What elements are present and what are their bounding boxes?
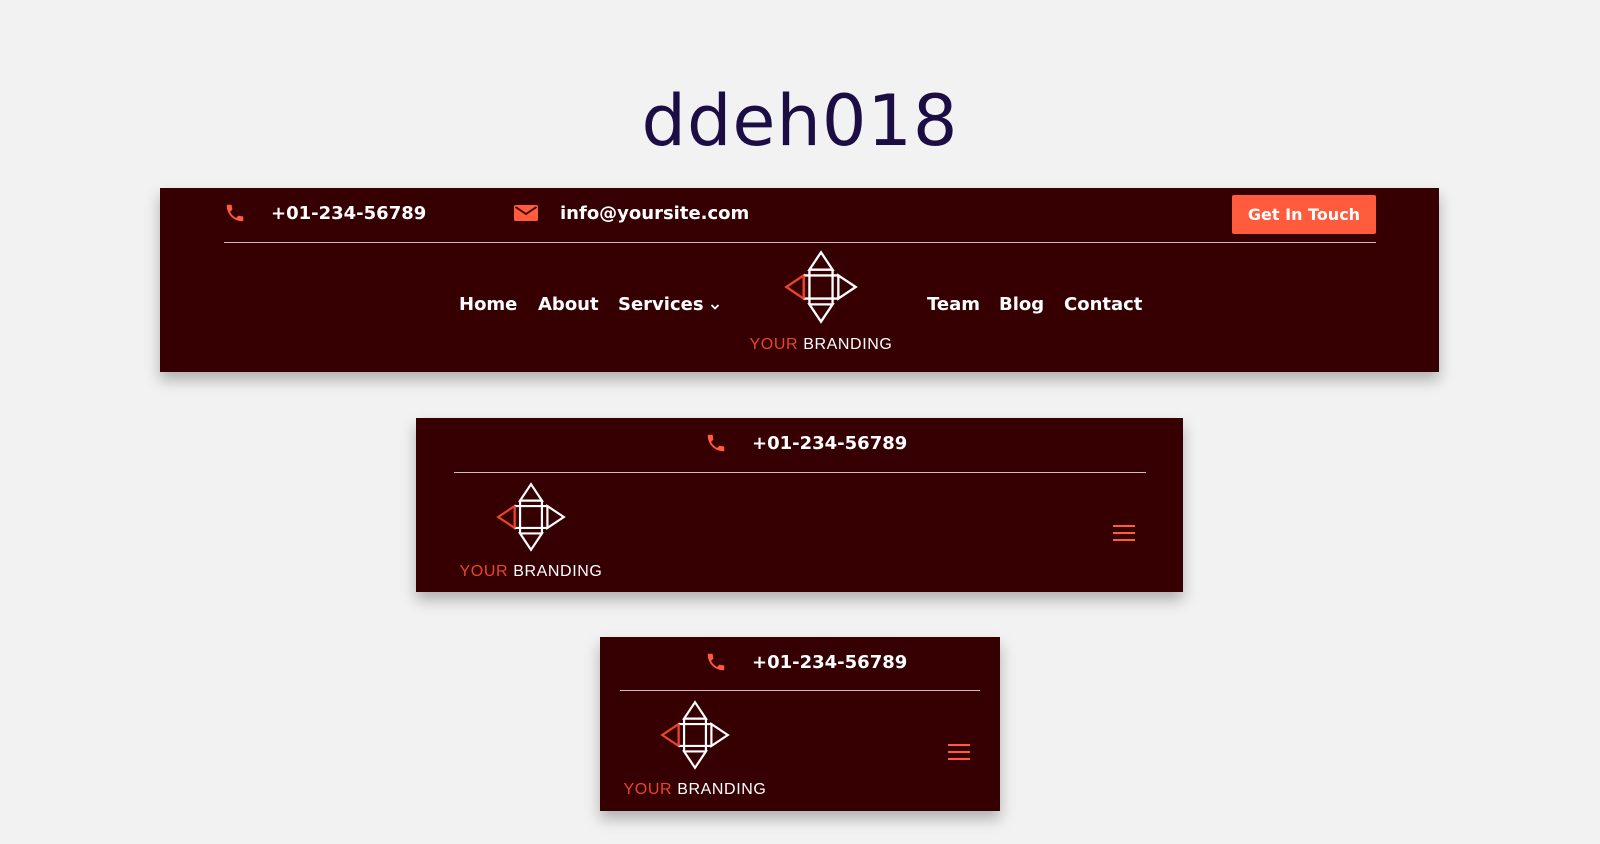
page-title: ddeh018: [641, 80, 959, 162]
brand-accent-word: YOUR: [459, 563, 509, 580]
nav-item-services[interactable]: Services: [618, 294, 720, 316]
brand-accent-word: YOUR: [623, 781, 673, 798]
brand-wordmark: YOUR BRANDING: [746, 336, 896, 354]
phone-icon: [224, 202, 246, 224]
brand-rest-word: BRANDING: [803, 336, 893, 353]
nav-item-contact[interactable]: Contact: [1064, 294, 1142, 315]
get-in-touch-button[interactable]: Get In Touch: [1232, 195, 1376, 234]
email-contact[interactable]: info@yoursite.com: [514, 198, 749, 228]
chevron-down-icon: [710, 295, 720, 316]
diamond-arrows-logo-icon: [784, 250, 858, 324]
nav-item-about[interactable]: About: [538, 294, 599, 315]
desktop-header: +01-234-56789 info@yoursite.com Get In T…: [160, 188, 1439, 372]
nav-item-blog[interactable]: Blog: [999, 294, 1044, 315]
phone-contact[interactable]: +01-234-56789: [705, 428, 907, 458]
phone-number: +01-234-56789: [752, 651, 908, 673]
hamburger-menu-icon[interactable]: [1113, 525, 1135, 546]
diamond-arrows-logo-icon: [496, 482, 566, 552]
phone-icon: [705, 651, 727, 673]
nav-item-services-label: Services: [618, 294, 704, 315]
phone-contact[interactable]: +01-234-56789: [224, 198, 426, 228]
tablet-header: +01-234-56789 YOUR BRANDING: [416, 418, 1183, 592]
brand-wordmark: YOUR BRANDING: [620, 781, 770, 799]
diamond-arrows-logo-icon: [660, 700, 730, 770]
email-address: info@yoursite.com: [560, 202, 750, 224]
header-divider: [454, 472, 1146, 473]
envelope-icon: [514, 203, 538, 223]
header-divider: [620, 690, 980, 691]
phone-icon: [705, 432, 727, 454]
hamburger-menu-icon[interactable]: [948, 744, 970, 765]
mobile-header: +01-234-56789 YOUR BRANDING: [600, 637, 1000, 811]
header-divider: [224, 242, 1376, 243]
phone-contact[interactable]: +01-234-56789: [705, 647, 907, 677]
brand-wordmark: YOUR BRANDING: [456, 563, 606, 581]
nav-item-team[interactable]: Team: [927, 294, 980, 315]
nav-item-home[interactable]: Home: [459, 294, 517, 315]
brand-rest-word: BRANDING: [677, 781, 767, 798]
brand-logo[interactable]: YOUR BRANDING: [456, 482, 606, 581]
phone-number: +01-234-56789: [752, 432, 908, 454]
phone-number: +01-234-56789: [271, 202, 427, 224]
brand-accent-word: YOUR: [749, 336, 799, 353]
brand-rest-word: BRANDING: [513, 563, 603, 580]
brand-logo[interactable]: YOUR BRANDING: [620, 700, 770, 799]
brand-logo[interactable]: YOUR BRANDING: [746, 250, 896, 354]
